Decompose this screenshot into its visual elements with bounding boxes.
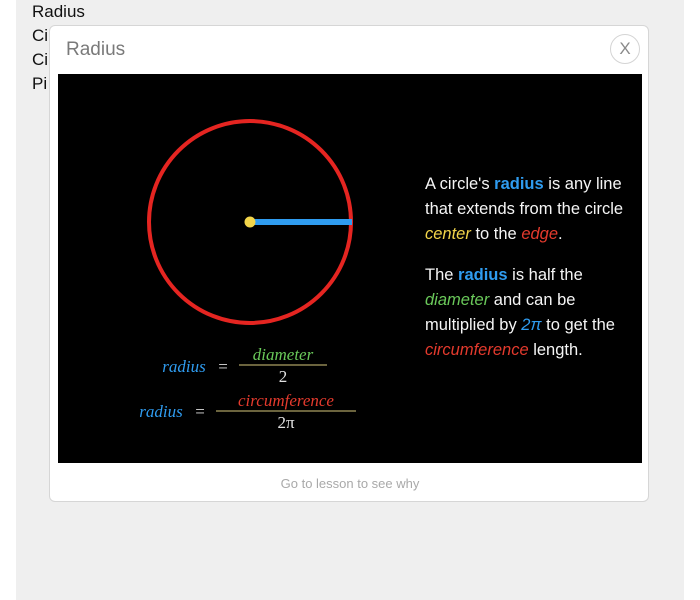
keyword-diameter: diameter — [425, 291, 490, 309]
text-run: length. — [528, 341, 583, 359]
formula1-numerator: diameter — [253, 345, 314, 364]
go-to-lesson-link[interactable]: Go to lesson to see why — [50, 476, 650, 491]
page: Radius Ci Ci Pi Radius X radius = diamet… — [0, 0, 700, 600]
text-run: . — [558, 225, 563, 243]
close-button[interactable]: X — [610, 34, 640, 64]
radius-modal: Radius X radius = diameter 2 radius = ci… — [49, 25, 649, 502]
keyword-circumference: circumference — [425, 341, 529, 359]
text-run: The — [425, 266, 459, 284]
text-run: is half the — [507, 266, 583, 284]
keyword-radius: radius — [458, 266, 508, 284]
keyword-edge: edge — [521, 225, 559, 243]
keyword-center: center — [425, 225, 471, 243]
formula1-lhs: radius — [162, 357, 206, 376]
explanation-paragraph-2: The radius is half the diameter and can … — [425, 263, 630, 363]
text-run: to get the — [541, 316, 615, 334]
formula1-equals: = — [218, 357, 228, 376]
center-point — [244, 216, 256, 228]
formula-circumference: radius = circumference 2π — [139, 391, 356, 432]
formula2-equals: = — [195, 402, 205, 421]
modal-title: Radius — [66, 39, 126, 60]
formula-diameter: radius = diameter 2 — [162, 345, 327, 386]
formula2-numerator: circumference — [238, 391, 334, 410]
formula1-denominator: 2 — [279, 367, 288, 386]
lesson-panel: radius = diameter 2 radius = circumferen… — [58, 74, 642, 463]
text-run: A circle's — [425, 175, 495, 193]
explanation-paragraph-1: A circle's radius is any line that exten… — [425, 172, 630, 247]
formula2-lhs: radius — [139, 402, 183, 421]
text-run: to the — [470, 225, 522, 243]
keyword-radius: radius — [494, 175, 544, 193]
topic-item-radius[interactable]: Radius — [32, 0, 85, 24]
formula2-denominator: 2π — [277, 413, 295, 432]
keyword-two-pi: 2π — [521, 316, 542, 334]
explanation-text: A circle's radius is any line that exten… — [425, 172, 630, 379]
